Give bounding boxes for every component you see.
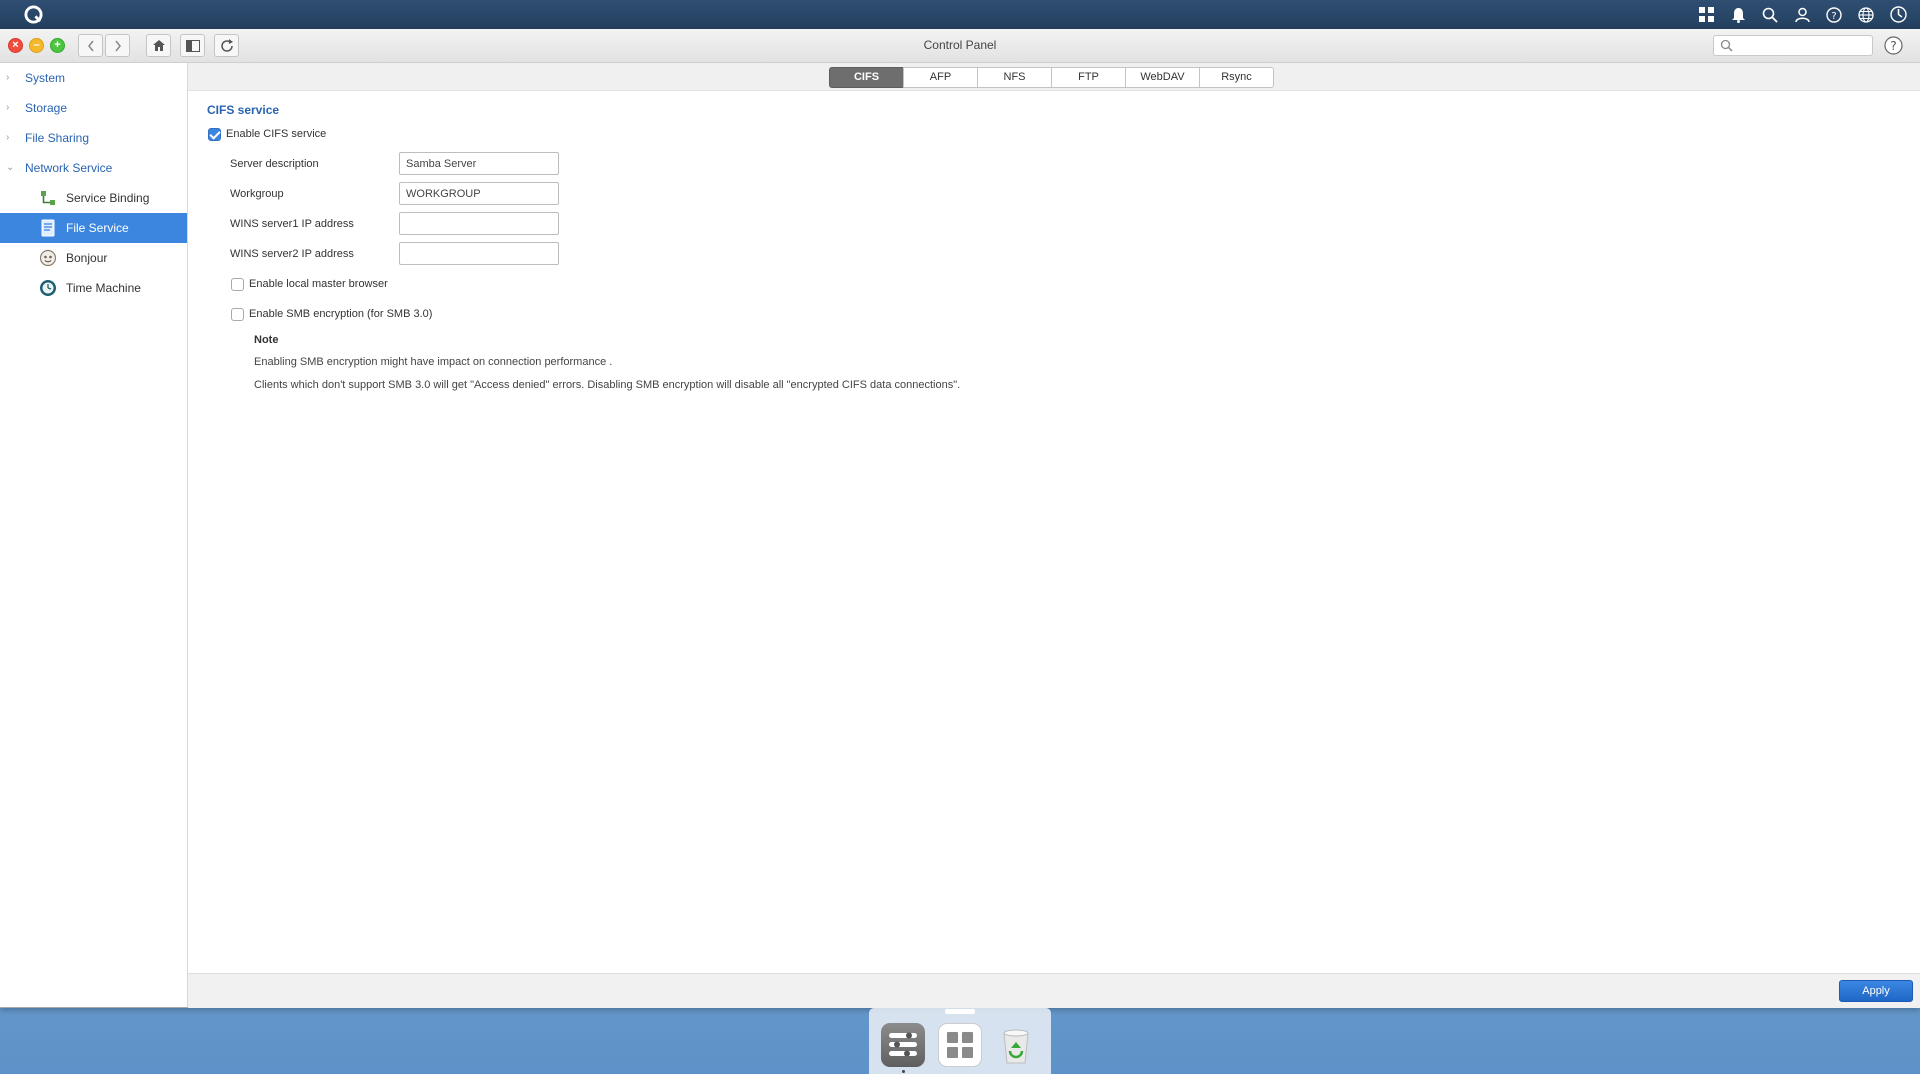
chevron-right-icon: › <box>6 132 10 143</box>
sidebar-item-time-machine[interactable]: Time Machine <box>0 273 187 303</box>
search-icon[interactable] <box>1754 0 1786 29</box>
time-machine-icon <box>40 280 56 296</box>
sidebar-item-label: Time Machine <box>66 281 141 295</box>
svg-text:?: ? <box>1831 11 1836 22</box>
tab-ftp[interactable]: FTP <box>1051 67 1126 88</box>
sidebar-item-label: File Service <box>66 221 129 235</box>
search-field[interactable] <box>1713 35 1873 56</box>
qnap-logo-icon[interactable] <box>24 5 43 24</box>
enable-cifs-checkbox[interactable] <box>208 128 221 141</box>
dock-handle[interactable] <box>945 1009 975 1014</box>
tab-nfs[interactable]: NFS <box>977 67 1052 88</box>
help-icon[interactable]: ? <box>1818 0 1850 29</box>
service-tabs: CIFS AFP NFS FTP WebDAV Rsync <box>829 67 1274 88</box>
wins-server1-label: WINS server1 IP address <box>230 218 354 230</box>
sidebar-item-file-service[interactable]: File Service <box>0 213 187 243</box>
window-title: Control Panel <box>923 38 997 52</box>
notification-bell-icon[interactable] <box>1722 0 1754 29</box>
running-indicator <box>902 1070 905 1073</box>
toggle-sidebar-button[interactable] <box>180 34 205 57</box>
window-close-button[interactable]: × <box>8 38 23 53</box>
forward-button[interactable] <box>105 34 130 57</box>
sidebar-category-network-service[interactable]: ⌄ Network Service <box>0 153 187 183</box>
control-panel-icon <box>889 1032 917 1057</box>
dock <box>869 1008 1051 1074</box>
control-panel-dock-icon[interactable] <box>881 1023 925 1067</box>
user-icon[interactable] <box>1786 0 1818 29</box>
app-grid-icon <box>947 1032 973 1058</box>
smb-encryption-label: Enable SMB encryption (for SMB 3.0) <box>249 308 433 320</box>
local-master-browser-label: Enable local master browser <box>249 278 388 290</box>
note-line: Clients which don't support SMB 3.0 will… <box>254 379 961 391</box>
desktop-top-bar: ? <box>0 0 1920 29</box>
window-title-bar: × – + Control Panel ? <box>0 29 1920 63</box>
tab-rsync[interactable]: Rsync <box>1199 67 1274 88</box>
sidebar-category-label: Network Service <box>25 161 113 175</box>
main-content: CIFS AFP NFS FTP WebDAV Rsync CIFS servi… <box>188 63 1920 973</box>
sidebar-toggle-icon <box>185 39 200 52</box>
search-icon <box>1720 39 1733 52</box>
app-grid-icon[interactable] <box>1690 0 1722 29</box>
bonjour-icon <box>39 249 57 267</box>
service-binding-icon <box>41 191 55 205</box>
tab-cifs[interactable]: CIFS <box>829 67 904 88</box>
refresh-icon <box>220 38 233 52</box>
back-button[interactable] <box>78 34 103 57</box>
search-input[interactable] <box>1736 37 1870 56</box>
sidebar-item-service-binding[interactable]: Service Binding <box>0 183 187 213</box>
dashboard-gauge-icon[interactable] <box>1882 0 1914 29</box>
sidebar-category-label: System <box>25 71 66 85</box>
sidebar-category-label: Storage <box>25 101 68 115</box>
app-center-dock-icon[interactable] <box>938 1023 982 1067</box>
sidebar-item-label: Bonjour <box>66 251 108 265</box>
refresh-button[interactable] <box>214 34 239 57</box>
local-master-browser-checkbox[interactable] <box>231 278 244 291</box>
svg-text:?: ? <box>1890 39 1896 53</box>
workgroup-label: Workgroup <box>230 188 284 200</box>
enable-cifs-label: Enable CIFS service <box>226 128 327 140</box>
window-help-icon[interactable]: ? <box>1884 36 1903 55</box>
smb-encryption-checkbox[interactable] <box>231 308 244 321</box>
footer-bar: Apply <box>188 973 1920 1008</box>
note-line: Enabling SMB encryption might have impac… <box>254 356 613 368</box>
home-icon <box>152 40 165 51</box>
sidebar-item-bonjour[interactable]: Bonjour <box>0 243 187 273</box>
sidebar-category-system[interactable]: › System <box>0 63 187 93</box>
service-tab-strip: CIFS AFP NFS FTP WebDAV Rsync <box>188 63 1920 91</box>
wins-server2-label: WINS server2 IP address <box>230 248 354 260</box>
wins-server1-input[interactable] <box>399 212 559 235</box>
wins-server2-input[interactable] <box>399 242 559 265</box>
chevron-down-icon: ⌄ <box>6 162 15 173</box>
sidebar-item-label: Service Binding <box>66 191 150 205</box>
note-title: Note <box>254 334 279 346</box>
tab-webdav[interactable]: WebDAV <box>1125 67 1200 88</box>
sidebar: › System › Storage › File Sharing ⌄ Netw… <box>0 63 188 1007</box>
section-title: CIFS service <box>207 103 280 117</box>
workgroup-input[interactable] <box>399 182 559 205</box>
recycle-bin-icon <box>1003 1029 1029 1064</box>
sidebar-category-file-sharing[interactable]: › File Sharing <box>0 123 187 153</box>
chevron-right-icon: › <box>6 72 10 83</box>
control-panel-window: × – + Control Panel ? › System › Storage… <box>0 29 1920 1008</box>
file-service-icon <box>41 219 55 237</box>
window-maximize-button[interactable]: + <box>50 38 65 53</box>
chevron-right-icon <box>114 40 121 51</box>
server-description-label: Server description <box>230 158 319 170</box>
sidebar-category-label: File Sharing <box>25 131 90 145</box>
server-description-input[interactable] <box>399 152 559 175</box>
sidebar-category-storage[interactable]: › Storage <box>0 93 187 123</box>
language-globe-icon[interactable] <box>1850 0 1882 29</box>
window-minimize-button[interactable]: – <box>29 38 44 53</box>
home-button[interactable] <box>146 34 171 57</box>
recycle-bin-dock-icon[interactable] <box>994 1023 1038 1067</box>
chevron-right-icon: › <box>6 102 10 113</box>
apply-button[interactable]: Apply <box>1839 980 1913 1002</box>
tab-afp[interactable]: AFP <box>903 67 978 88</box>
chevron-left-icon <box>87 40 94 51</box>
